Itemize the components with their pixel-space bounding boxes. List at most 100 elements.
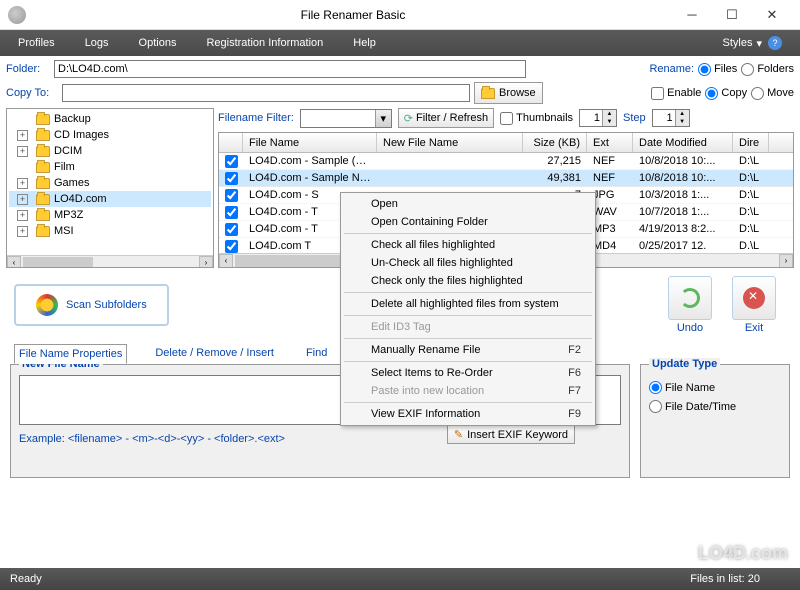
context-menu-item[interactable]: View EXIF InformationF9 — [343, 405, 593, 423]
row-checkbox[interactable] — [225, 172, 238, 185]
menu-logs[interactable]: Logs — [85, 37, 109, 49]
cell-ext: NEF — [587, 155, 633, 167]
tree-item[interactable]: +CD Images — [9, 127, 211, 143]
folder-input[interactable]: D:\LO4D.com\ — [54, 60, 526, 78]
row-checkbox[interactable] — [225, 189, 238, 202]
col-newfilename[interactable]: New File Name — [377, 133, 523, 152]
tree-item[interactable]: +MP3Z — [9, 207, 211, 223]
tree-item-label: Film — [54, 161, 75, 173]
top-fields: Folder: D:\LO4D.com\ Rename: Files Folde… — [0, 56, 800, 104]
menu-profiles[interactable]: Profiles — [18, 37, 55, 49]
folder-icon — [36, 162, 50, 173]
menu-options[interactable]: Options — [139, 37, 177, 49]
filename-filter-combo[interactable]: ▾ — [300, 109, 392, 128]
folder-icon — [36, 194, 50, 205]
col-ext[interactable]: Ext — [587, 133, 633, 152]
folder-icon — [36, 146, 50, 157]
context-menu-item[interactable]: Manually Rename FileF2 — [343, 341, 593, 359]
expander-icon[interactable]: + — [17, 226, 28, 237]
cell-dir: D.\L — [733, 240, 769, 252]
context-menu-item[interactable]: Open Containing Folder — [343, 213, 593, 231]
menu-separator — [344, 315, 592, 316]
context-menu-item[interactable]: Check only the files highlighted — [343, 272, 593, 290]
row-checkbox[interactable] — [225, 240, 238, 253]
cell-filename: LO4D.com - Sample Ni... — [243, 172, 377, 184]
context-menu-item[interactable]: Select Items to Re-OrderF6 — [343, 364, 593, 382]
row-checkbox[interactable] — [225, 223, 238, 236]
menu-item-label: Check all files highlighted — [371, 239, 495, 251]
radio-update-filedate[interactable]: File Date/Time — [649, 400, 781, 413]
tree-item[interactable]: +MSI — [9, 223, 211, 239]
tree-item[interactable]: +Games — [9, 175, 211, 191]
undo-button[interactable]: Undo — [658, 276, 722, 334]
update-type-legend: Update Type — [649, 358, 720, 370]
tree-item-label: DCIM — [54, 145, 82, 157]
col-directory[interactable]: Dire — [733, 133, 769, 152]
folder-icon — [36, 210, 50, 221]
window-title: File Renamer Basic — [34, 8, 672, 22]
table-row[interactable]: LO4D.com - Sample (Ni...27,215NEF10/8/20… — [219, 153, 793, 170]
menu-styles[interactable]: Styles ▾ ? — [723, 36, 783, 50]
tab-delete-remove-insert[interactable]: Delete / Remove / Insert — [151, 344, 278, 364]
step-spinner[interactable]: ▲▼ — [652, 109, 690, 127]
menu-item-label: Open Containing Folder — [371, 216, 488, 228]
radio-move[interactable]: Move — [751, 87, 794, 100]
radio-update-filename[interactable]: File Name — [649, 381, 781, 394]
expander-icon[interactable]: + — [17, 146, 28, 157]
expander-icon[interactable]: + — [17, 178, 28, 189]
menu-registration[interactable]: Registration Information — [206, 37, 323, 49]
context-menu-item[interactable]: Un-Check all files highlighted — [343, 254, 593, 272]
tab-find[interactable]: Find — [302, 344, 331, 364]
tree-hscroll[interactable]: ‹› — [7, 255, 213, 268]
enable-checkbox[interactable]: Enable — [651, 87, 701, 100]
context-menu-item[interactable]: Check all files highlighted — [343, 236, 593, 254]
context-menu-item[interactable]: Delete all highlighted files from system — [343, 295, 593, 313]
refresh-icon: ⟳ — [404, 112, 413, 125]
filter-refresh-button[interactable]: ⟳Filter / Refresh — [398, 108, 494, 128]
col-filename[interactable]: File Name — [243, 133, 377, 152]
tree-item[interactable]: +LO4D.com — [9, 191, 211, 207]
tab-file-name-properties[interactable]: File Name Properties — [14, 344, 127, 364]
menu-item-label: Un-Check all files highlighted — [371, 257, 513, 269]
step-label: Step — [623, 112, 646, 124]
copyto-input[interactable] — [62, 84, 470, 102]
radio-files[interactable]: Files — [698, 63, 737, 76]
folder-tree[interactable]: Backup+CD Images+DCIMFilm+Games+LO4D.com… — [6, 108, 214, 268]
col-size[interactable]: Size (KB) — [523, 133, 587, 152]
col-modified[interactable]: Date Modified — [633, 133, 733, 152]
table-row[interactable]: LO4D.com - Sample Ni...49,381NEF10/8/201… — [219, 170, 793, 187]
help-icon[interactable]: ? — [768, 36, 782, 50]
thumbnails-checkbox[interactable]: Thumbnails — [500, 112, 573, 125]
expander-icon[interactable]: + — [17, 194, 28, 205]
rename-label: Rename: — [649, 63, 694, 75]
menu-help[interactable]: Help — [353, 37, 376, 49]
tree-item[interactable]: Backup — [9, 111, 211, 127]
maximize-button[interactable]: ☐ — [712, 2, 752, 28]
browse-button[interactable]: Browse — [474, 82, 543, 104]
menu-item-shortcut: F2 — [568, 344, 581, 356]
menu-separator — [344, 292, 592, 293]
context-menu-item: Paste into new locationF7 — [343, 382, 593, 400]
scan-subfolders-button[interactable]: Scan Subfolders — [14, 284, 169, 326]
row-checkbox[interactable] — [225, 206, 238, 219]
cell-modified: 10/8/2018 10:... — [633, 155, 733, 167]
expander-icon[interactable]: + — [17, 210, 28, 221]
tree-item[interactable]: + DCIM — [9, 143, 211, 159]
menu-separator — [344, 361, 592, 362]
folder-label: Folder: — [6, 63, 50, 75]
exit-button[interactable]: Exit — [722, 276, 786, 334]
tree-item-label: Backup — [54, 113, 91, 125]
tree-item[interactable]: Film — [9, 159, 211, 175]
row-checkbox[interactable] — [225, 155, 238, 168]
cell-dir: D:\L — [733, 172, 769, 184]
minimize-button[interactable]: ─ — [672, 2, 712, 28]
menubar: Profiles Logs Options Registration Infor… — [0, 30, 800, 56]
context-menu-item[interactable]: Open — [343, 195, 593, 213]
insert-exif-button[interactable]: ✎ Insert EXIF Keyword — [447, 425, 575, 444]
thumbnails-spinner[interactable]: ▲▼ — [579, 109, 617, 127]
styles-label: Styles — [723, 37, 753, 49]
radio-copy[interactable]: Copy — [705, 87, 747, 100]
radio-folders[interactable]: Folders — [741, 63, 794, 76]
close-button[interactable]: ✕ — [752, 2, 792, 28]
expander-icon[interactable]: + — [17, 130, 28, 141]
